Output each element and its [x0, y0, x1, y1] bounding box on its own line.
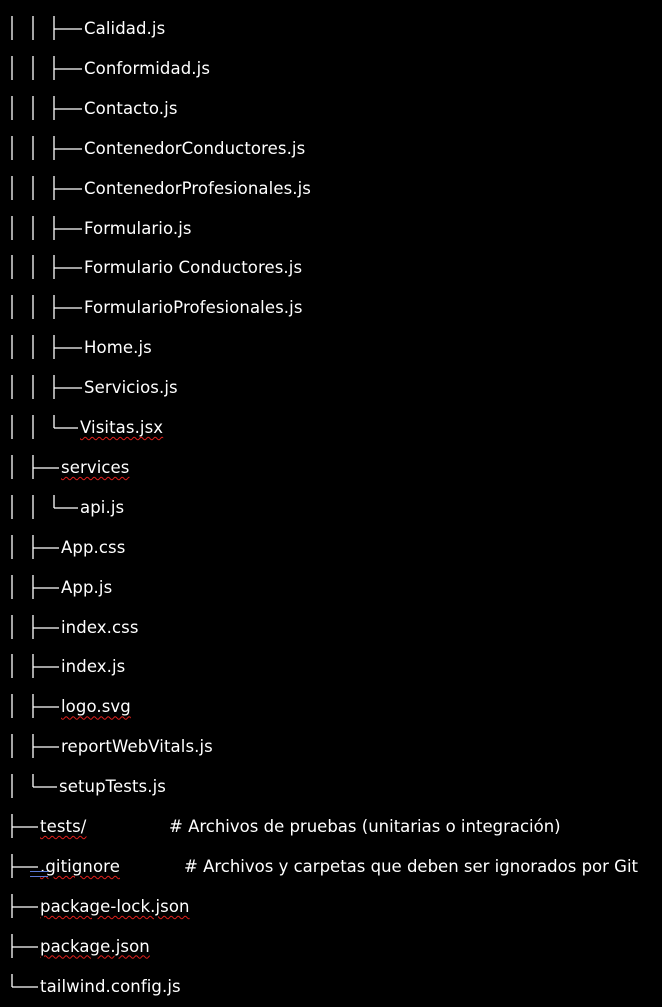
file-name: Formulario.js — [84, 218, 192, 238]
tree-line: FormularioProfesionales.js — [0, 295, 662, 321]
file-name: logo.svg — [61, 697, 131, 717]
file-name: Calidad.js — [84, 19, 166, 38]
tree-line: Visitas.jsx — [0, 415, 662, 441]
file-name: setupTests.js — [59, 777, 166, 797]
file-name: ContenedorConductores.js — [84, 138, 306, 158]
tree-line: Contacto.js — [0, 95, 662, 122]
file-name: Home.js — [84, 338, 152, 358]
file-name: package.json — [40, 936, 150, 956]
tree-line: reportWebVitals.js — [0, 734, 662, 760]
tree-line: App.css — [0, 534, 662, 561]
tree-line: services — [0, 454, 662, 481]
autocorrect-mark — [30, 870, 48, 877]
file-name: package-lock.json — [40, 896, 190, 916]
tree-line: Home.js — [0, 335, 662, 361]
file-comment: # Archivos y carpetas que deben ser igno… — [184, 856, 639, 876]
file-name: .gitignore — [40, 856, 120, 876]
tree-line: Formulario.js — [0, 215, 662, 242]
file-name: Visitas.jsx — [80, 418, 164, 437]
tree-line: index.js — [0, 654, 662, 680]
file-name: App.js — [61, 577, 113, 597]
tree-line: Calidad.js — [0, 16, 662, 42]
file-name: tailwind.config.js — [40, 976, 181, 996]
tree-line: package-lock.json — [0, 893, 662, 920]
file-name: Servicios.js — [84, 378, 178, 398]
tree-line: package.json — [0, 933, 662, 960]
tree-line: setupTests.js — [0, 774, 662, 800]
tree-line: Conformidad.js — [0, 55, 662, 82]
file-name: services — [61, 457, 130, 477]
tree-line: ContenedorConductores.js — [0, 135, 662, 162]
file-name: App.css — [61, 537, 126, 557]
tree-line: Servicios.js — [0, 375, 662, 401]
tree-line: ContenedorProfesionales.js — [0, 175, 662, 202]
tree-line: .gitignore # Archivos y carpetas que debe… — [0, 853, 662, 880]
file-name: ContenedorProfesionales.js — [84, 178, 311, 198]
tree-line: Formulario Conductores.js — [0, 255, 662, 281]
file-name: Contacto.js — [84, 98, 178, 118]
file-name: reportWebVitals.js — [61, 737, 213, 757]
tree-line: App.js — [0, 574, 662, 601]
file-name: Formulario Conductores.js — [84, 258, 303, 278]
file-tree: Calidad.js Conformidad.js Contacto.js Conte… — [0, 0, 662, 1007]
file-name: index.css — [61, 617, 139, 637]
file-name: tests/ — [40, 817, 87, 836]
tree-line: logo.svg — [0, 694, 662, 720]
file-name: api.js — [80, 497, 125, 517]
tree-line: api.js — [0, 494, 662, 521]
file-name: index.js — [61, 657, 126, 677]
tree-line: index.css — [0, 614, 662, 641]
tree-line: tailwind.config.js — [0, 973, 662, 1000]
file-name: FormularioProfesionales.js — [84, 298, 303, 318]
tree-line: tests/ # Archivos de pruebas (unitarias o… — [0, 814, 662, 840]
file-comment: # Archivos de pruebas (unitarias o integ… — [169, 817, 561, 836]
file-name: Conformidad.js — [84, 58, 211, 78]
